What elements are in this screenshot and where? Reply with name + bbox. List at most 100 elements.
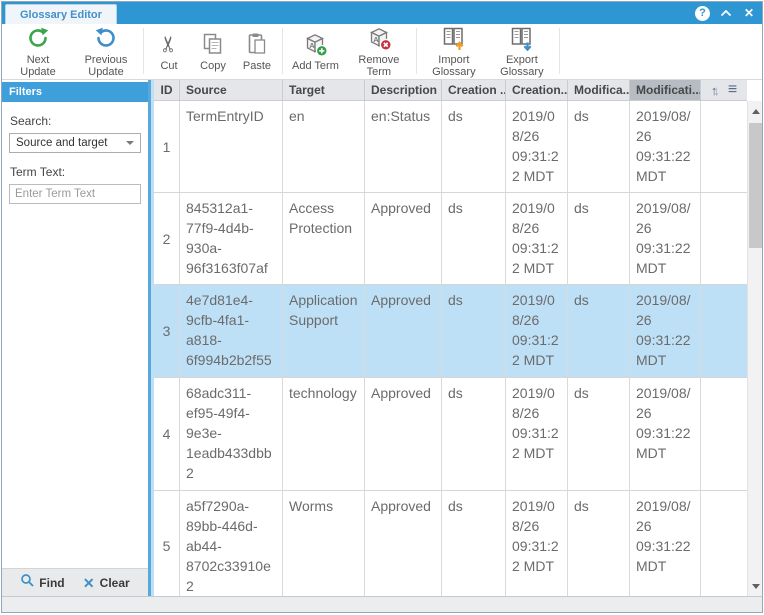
column-header-id[interactable]: ID (154, 80, 180, 100)
column-header-modification-date[interactable]: Modificati... (630, 80, 701, 100)
copy-icon (201, 31, 225, 57)
vertical-scrollbar[interactable] (747, 101, 762, 596)
toolbar: Next Update Previous Update ✂ Cut Copy P… (2, 24, 762, 80)
close-icon[interactable]: ✕ (742, 5, 756, 21)
glossary-table-area: ID Source Target Description Creation ..… (154, 80, 762, 596)
cube-remove-icon: A (366, 25, 392, 51)
previous-update-button[interactable]: Previous Update (72, 24, 140, 79)
cell-empty (701, 101, 747, 192)
cell-id: 5 (154, 491, 180, 596)
toolbar-label: Add Term (292, 60, 339, 72)
toolbar-separator (143, 28, 144, 74)
tab-glossary-editor[interactable]: Glossary Editor (5, 4, 117, 24)
column-header-target[interactable]: Target (283, 80, 365, 100)
search-label: Search: (10, 114, 148, 128)
column-header-source[interactable]: Source (180, 80, 283, 100)
toolbar-label: Next Update (10, 54, 66, 78)
add-term-button[interactable]: A Add Term (286, 30, 345, 73)
cell-source: TermEntryID (180, 101, 283, 192)
refresh-blue-icon (94, 25, 118, 51)
next-update-button[interactable]: Next Update (4, 24, 72, 79)
scroll-down-button[interactable] (748, 578, 762, 594)
cell-modification-date: 2019/08/26 09:31:22 MDT (630, 491, 701, 596)
filters-title: Filters (9, 86, 42, 98)
import-glossary-button[interactable]: Import Glossary (420, 24, 488, 79)
chevron-down-icon (126, 141, 134, 145)
cell-empty (701, 491, 747, 596)
cell-source: 845312a1-77f9-4d4b-930a-96f3163f07af (180, 193, 283, 284)
term-text-input[interactable] (9, 184, 141, 204)
svg-text:A: A (373, 35, 379, 44)
copy-button[interactable]: Copy (191, 30, 235, 73)
cell-modification-date: 2019/08/26 09:31:22 MDT (630, 101, 701, 192)
toolbar-label: Export Glossary (494, 54, 550, 78)
cell-creation-date: 2019/08/26 09:31:22 MDT (506, 285, 568, 377)
collapse-icon[interactable] (719, 5, 733, 21)
table-row[interactable]: 2 845312a1-77f9-4d4b-930a-96f3163f07af A… (154, 193, 747, 285)
column-menu-icon[interactable]: ≡ (728, 81, 737, 99)
clear-label: Clear (100, 576, 130, 590)
find-button[interactable]: Find (20, 573, 64, 592)
clear-button[interactable]: ✕ Clear (83, 576, 130, 590)
search-scope-dropdown[interactable]: Source and target (9, 133, 141, 153)
column-tools-header: ↑↓ ≡ (701, 80, 747, 100)
cell-description: en:Status (365, 101, 442, 192)
book-export-icon (509, 25, 535, 51)
cell-modification-user: ds (568, 193, 630, 284)
column-header-creation-user[interactable]: Creation ... (442, 80, 506, 100)
find-clear-bar: Find ✕ Clear (2, 568, 148, 596)
scissors-icon: ✂ (160, 31, 178, 57)
help-icon[interactable]: ? (695, 6, 710, 21)
cell-id: 2 (154, 193, 180, 284)
status-bar (2, 596, 762, 612)
cell-empty (701, 285, 747, 377)
cell-target: Access Protection (283, 193, 365, 284)
toolbar-label: Copy (200, 60, 226, 72)
table-row-selected[interactable]: 3 4e7d81e4-9cfb-4fa1-a818-6f994b2b2f55 A… (154, 285, 747, 378)
paste-button[interactable]: Paste (235, 30, 279, 73)
search-scope-value: Source and target (16, 137, 107, 149)
cell-creation-user: ds (442, 101, 506, 192)
sort-arrows-icon[interactable]: ↑↓ (711, 83, 720, 98)
cell-creation-user: ds (442, 378, 506, 490)
table-row[interactable]: 1 TermEntryID en en:Status ds 2019/08/26… (154, 101, 747, 193)
cell-id: 3 (154, 285, 180, 377)
cell-creation-date: 2019/08/26 09:31:22 MDT (506, 491, 568, 596)
filters-panel-header: Filters (2, 82, 148, 102)
cube-add-icon: A (302, 31, 328, 57)
cell-creation-date: 2019/08/26 09:31:22 MDT (506, 193, 568, 284)
table-row[interactable]: 5 a5f7290a-89bb-446d-ab44-8702c33910e2 W… (154, 491, 747, 596)
triangle-down-icon (752, 584, 760, 589)
titlebar-icons: ? ✕ (695, 2, 756, 24)
magnifier-icon (20, 573, 34, 592)
table-row[interactable]: 4 68adc311-ef95-49f4-9e3e-1eadb433dbb2 t… (154, 378, 747, 491)
cell-description: Approved (365, 193, 442, 284)
export-glossary-button[interactable]: Export Glossary (488, 24, 556, 79)
toolbar-label: Paste (243, 60, 271, 72)
cell-description: Approved (365, 285, 442, 377)
remove-term-button[interactable]: A Remove Term (345, 24, 413, 79)
cut-button[interactable]: ✂ Cut (147, 30, 191, 73)
scroll-up-button[interactable] (748, 103, 762, 119)
cell-source: 4e7d81e4-9cfb-4fa1-a818-6f994b2b2f55 (180, 285, 283, 377)
cell-modification-date: 2019/08/26 09:31:22 MDT (630, 285, 701, 377)
toolbar-separator (416, 28, 417, 74)
cell-modification-user: ds (568, 285, 630, 377)
main-region: Filters Search: Source and target Term T… (2, 80, 762, 596)
cell-source: a5f7290a-89bb-446d-ab44-8702c33910e2 (180, 491, 283, 596)
cell-modification-user: ds (568, 101, 630, 192)
cell-id: 4 (154, 378, 180, 490)
column-header-description[interactable]: Description (365, 80, 442, 100)
find-label: Find (39, 576, 64, 590)
clipboard-icon (245, 31, 269, 57)
toolbar-label: Cut (160, 60, 177, 72)
cell-empty (701, 193, 747, 284)
glossary-table: ID Source Target Description Creation ..… (154, 80, 747, 596)
column-header-creation-date[interactable]: Creation... (506, 80, 568, 100)
filters-panel: Filters Search: Source and target Term T… (2, 80, 148, 596)
toolbar-label: Previous Update (78, 54, 134, 78)
table-body: 1 TermEntryID en en:Status ds 2019/08/26… (154, 101, 747, 596)
cell-target: en (283, 101, 365, 192)
column-header-modification-user[interactable]: Modifica... (568, 80, 630, 100)
scrollbar-thumb[interactable] (749, 123, 762, 248)
